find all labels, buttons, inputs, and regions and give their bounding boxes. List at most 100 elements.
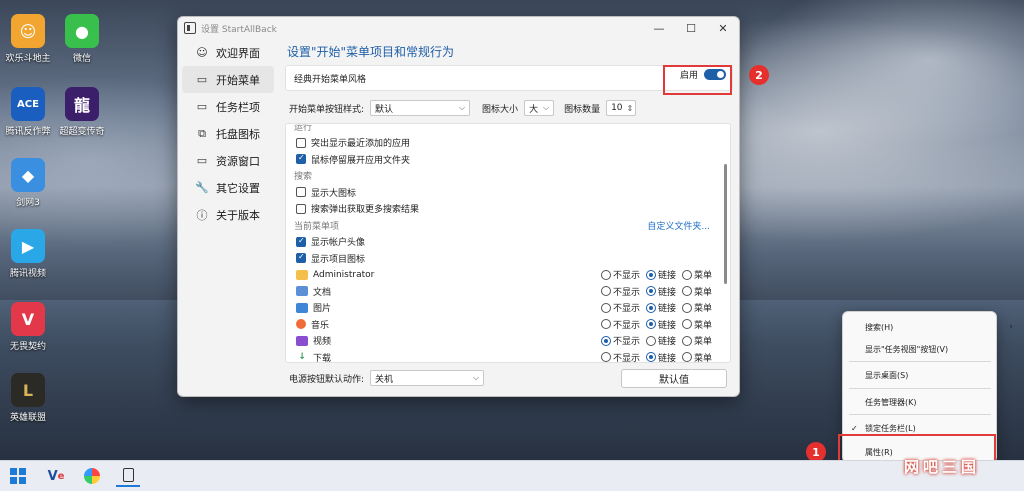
window-title: 设置 StartAllBack bbox=[201, 24, 277, 35]
taskbar-app-startallback[interactable] bbox=[116, 465, 140, 487]
restore-default-button[interactable]: 默认值 bbox=[621, 368, 727, 388]
icon-count-value: 10 bbox=[611, 103, 623, 113]
folder-icon bbox=[296, 269, 308, 280]
radio-hide[interactable] bbox=[600, 286, 611, 297]
sidebar-item-taskbar[interactable]: ▭ 任务栏项 bbox=[182, 93, 274, 120]
radio-menu-label: 菜单 bbox=[693, 271, 712, 282]
maximize-button[interactable]: ☐ bbox=[675, 17, 707, 39]
menu-item-search[interactable]: 搜索(H) › bbox=[865, 321, 1013, 333]
radio-link[interactable] bbox=[645, 269, 656, 280]
radio-hide[interactable] bbox=[600, 302, 611, 313]
checkbox-row[interactable]: 显示帐户头像 bbox=[286, 234, 716, 251]
taskbar-app-color[interactable] bbox=[80, 465, 104, 487]
power-action-bar: 电源按钮默认动作: 关机 ⌵ 默认值 bbox=[289, 368, 733, 388]
radio-menu[interactable] bbox=[681, 352, 692, 362]
sidebar-item-label: 托盘图标 bbox=[216, 127, 260, 141]
menu-item-task-manager[interactable]: 任务管理器(K) bbox=[865, 396, 917, 408]
sidebar-item-about[interactable]: ⓘ 关于版本 bbox=[182, 201, 274, 228]
radio-hide-label: 不显示 bbox=[612, 320, 640, 331]
radio-menu[interactable] bbox=[681, 286, 692, 297]
folder-label: 音乐 bbox=[311, 320, 330, 331]
radio-link[interactable] bbox=[645, 286, 656, 297]
vertical-scrollbar[interactable] bbox=[724, 164, 727, 284]
sidebar-item-other[interactable]: 🔧 其它设置 bbox=[182, 174, 274, 201]
show-account-avatar-checkbox[interactable] bbox=[296, 236, 306, 247]
color-wheel-icon bbox=[84, 468, 100, 484]
pictures-icon bbox=[296, 302, 308, 313]
icon-count-stepper[interactable]: 10 ⇕ bbox=[606, 100, 637, 116]
start-button[interactable] bbox=[6, 465, 30, 487]
power-action-select[interactable]: 关机 ⌵ bbox=[370, 370, 485, 386]
highlight-new-apps-checkbox[interactable] bbox=[296, 137, 306, 148]
close-button[interactable]: ✕ bbox=[707, 17, 739, 39]
show-item-icons-checkbox[interactable] bbox=[296, 252, 306, 264]
radio-link[interactable] bbox=[645, 319, 656, 330]
radio-menu[interactable] bbox=[681, 302, 692, 313]
desktop-icon-tencent-video[interactable]: ▶ 腾讯视频 bbox=[0, 229, 56, 279]
folder-label: 视频 bbox=[313, 337, 332, 348]
sidebar-item-start-menu[interactable]: ▭ 开始菜单 bbox=[182, 66, 274, 93]
folder-row: 图片 不显示 链接 菜单 bbox=[286, 300, 716, 317]
desktop-icon-label: 欢乐斗地主 bbox=[5, 54, 51, 64]
menu-item-task-view[interactable]: 显示"任务视图"按钮(V) bbox=[865, 343, 948, 355]
checkbox-row[interactable]: 显示项目图标 bbox=[286, 250, 716, 267]
menu-item-show-desktop[interactable]: 显示桌面(S) bbox=[865, 369, 908, 381]
radio-link[interactable] bbox=[645, 302, 656, 313]
checkbox-row[interactable]: 搜索弹出获取更多搜索结果 bbox=[286, 201, 716, 218]
radio-hide-label: 不显示 bbox=[612, 304, 640, 315]
radio-link-label: 链接 bbox=[657, 287, 676, 298]
sidebar-item-explorer[interactable]: ▭ 资源窗口 bbox=[182, 147, 274, 174]
search-popup-checkbox[interactable] bbox=[296, 203, 306, 214]
music-icon bbox=[296, 319, 306, 330]
radio-hide[interactable] bbox=[600, 319, 611, 330]
checkbox-row[interactable]: 突出显示最近添加的应用 bbox=[286, 135, 716, 152]
large-icons-checkbox[interactable] bbox=[296, 187, 306, 198]
sidebar-item-tray[interactable]: ⧉ 托盘图标 bbox=[182, 120, 274, 147]
radio-menu[interactable] bbox=[681, 335, 692, 346]
folder-label: 文档 bbox=[313, 287, 332, 298]
lol-icon: L bbox=[11, 373, 45, 407]
icon-size-label: 图标大小 bbox=[482, 104, 519, 115]
sidebar-item-welcome[interactable]: ☺ 欢迎界面 bbox=[182, 39, 274, 66]
menu-separator bbox=[849, 361, 991, 362]
desktop-icon-valorant[interactable]: V 无畏契约 bbox=[0, 302, 56, 352]
desktop-icon-wechat[interactable]: ● 微信 bbox=[54, 14, 110, 64]
annotation-badge-1: 1 bbox=[806, 442, 826, 462]
menu-item-lock-taskbar[interactable]: ✓ 锁定任务栏(L) bbox=[851, 422, 916, 434]
tray-icon: ⧉ bbox=[198, 126, 206, 140]
radio-hide[interactable] bbox=[600, 335, 611, 346]
desktop-icon-jx3[interactable]: ◆ 剑网3 bbox=[0, 158, 56, 208]
desktop-icon-label: 超超变传奇 bbox=[59, 127, 105, 137]
radio-hide[interactable] bbox=[600, 269, 611, 280]
desktop-icon-huanle[interactable]: ☺ 欢乐斗地主 bbox=[0, 14, 56, 64]
radio-link[interactable] bbox=[645, 352, 656, 362]
button-style-select[interactable]: 默认 ⌵ bbox=[370, 100, 471, 116]
checkbox-row[interactable]: 鼠标停留展开应用文件夹 bbox=[286, 151, 716, 168]
menu-item-label: 搜索(H) bbox=[865, 322, 894, 332]
radio-link[interactable] bbox=[645, 335, 656, 346]
desktop-icon-ace[interactable]: ACE 腾讯反作弊 bbox=[0, 87, 56, 137]
radio-hide-label: 不显示 bbox=[612, 337, 640, 348]
radio-hide[interactable] bbox=[600, 352, 611, 362]
minimize-button[interactable]: — bbox=[643, 17, 675, 39]
page-title: 设置"开始"菜单项目和常规行为 bbox=[287, 45, 455, 59]
desktop-icon-lol[interactable]: L 英雄联盟 bbox=[0, 373, 56, 423]
checkbox-row[interactable]: 显示大图标 bbox=[286, 184, 716, 201]
icon-size-select[interactable]: 大 ⌵ bbox=[524, 100, 555, 116]
radio-link-label: 链接 bbox=[657, 353, 676, 363]
radio-menu[interactable] bbox=[681, 269, 692, 280]
desktop-icon-legend[interactable]: 龍 超超变传奇 bbox=[54, 87, 110, 137]
customize-folders-link[interactable]: 自定义文件夹... bbox=[647, 219, 710, 232]
radio-menu[interactable] bbox=[681, 319, 692, 330]
chevron-down-icon: ⌵ bbox=[542, 103, 550, 112]
hover-expand-checkbox[interactable] bbox=[296, 153, 306, 165]
folder-label: 下载 bbox=[313, 353, 332, 363]
menu-item-label: 显示桌面(S) bbox=[865, 370, 909, 380]
classic-style-label: 经典开始菜单风格 bbox=[294, 74, 367, 85]
chevron-down-icon: ⌵ bbox=[458, 103, 466, 112]
options-scroll-panel[interactable]: 运行 突出显示最近添加的应用 鼠标停留展开应用文件夹 搜索 显示大图标 搜索弹出… bbox=[285, 123, 731, 363]
taskbar-app-ve[interactable]: V e bbox=[44, 465, 68, 487]
radio-hide-label: 不显示 bbox=[612, 271, 640, 282]
folder-row: 文档 不显示 链接 菜单 bbox=[286, 283, 716, 300]
radio-link-label: 链接 bbox=[657, 304, 676, 315]
